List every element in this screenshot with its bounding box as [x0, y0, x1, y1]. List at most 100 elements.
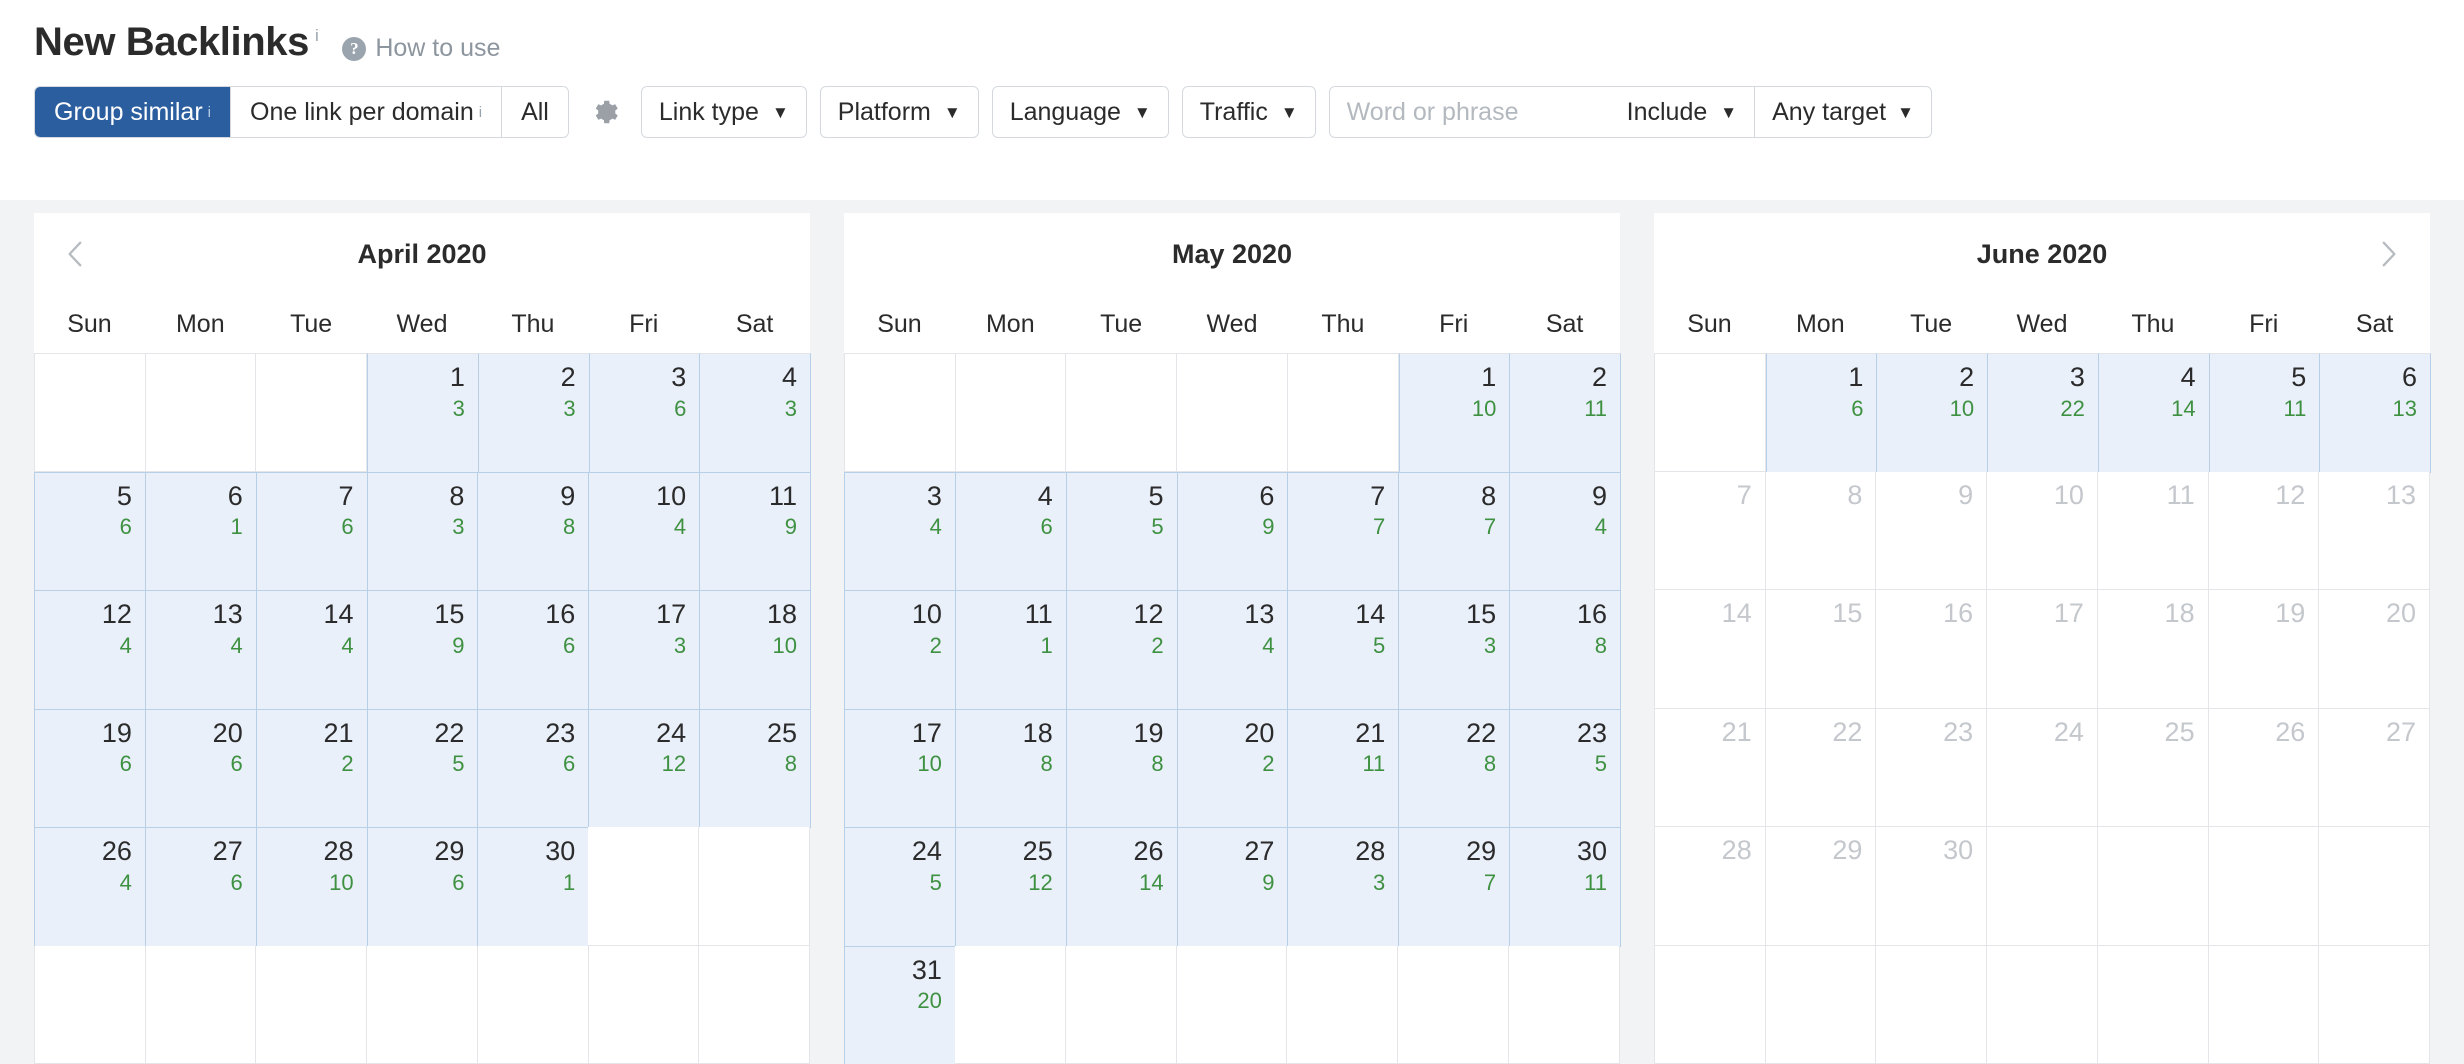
day-number: 18: [1022, 717, 1053, 748]
calendar-day-cell[interactable]: 21 2: [255, 708, 368, 828]
calendar-empty-cell: [1287, 353, 1399, 472]
calendar-day-cell[interactable]: 30 1: [477, 827, 590, 947]
calendar-day-cell[interactable]: 55: [1065, 471, 1178, 591]
calendar-day-cell[interactable]: 21 11: [1287, 708, 1400, 828]
calendar-day-cell[interactable]: 24 5: [844, 827, 956, 947]
day-number: 23: [1576, 717, 1608, 748]
filter-traffic-label: Traffic: [1199, 97, 1268, 126]
calendar-day-cell[interactable]: 23: [477, 353, 590, 473]
calendar-day-cell[interactable]: 14 5: [1287, 590, 1400, 710]
calendar-day-cell[interactable]: 34: [844, 471, 956, 591]
calendar-day-cell[interactable]: 27 9: [1176, 827, 1289, 947]
segment-group-similar[interactable]: Group similar i: [35, 87, 231, 137]
calendar-day-cell[interactable]: 36: [588, 353, 701, 473]
segment-all[interactable]: All: [502, 87, 568, 137]
calendar-day-cell[interactable]: 23 5: [1509, 708, 1622, 828]
how-to-use-link[interactable]: ? How to use: [342, 34, 500, 63]
calendar-day-cell[interactable]: 18 10: [699, 590, 812, 710]
chevron-down-icon: ▼: [1280, 102, 1298, 122]
calendar-day-cell[interactable]: 25 8: [699, 708, 812, 828]
calendar-day-cell[interactable]: 26 14: [1065, 827, 1178, 947]
calendar-day-cell[interactable]: 16 8: [1509, 590, 1622, 710]
backlink-count: 6: [341, 514, 354, 540]
calendar-day-cell[interactable]: 10 4: [588, 471, 701, 591]
calendar-day-cell[interactable]: 23 6: [477, 708, 590, 828]
calendar-day-cell[interactable]: 31 20: [844, 945, 956, 1064]
search-mode-dropdown[interactable]: Include ▼: [1610, 87, 1756, 137]
calendar-day-cell[interactable]: 10 2: [844, 590, 956, 710]
calendar-day-cell[interactable]: 98: [477, 471, 590, 591]
backlink-count: 3: [563, 395, 576, 421]
calendar-day-cell[interactable]: 29 7: [1398, 827, 1511, 947]
settings-button[interactable]: [588, 95, 622, 129]
filter-platform[interactable]: Platform ▼: [819, 86, 979, 138]
calendar-day-cell[interactable]: 61: [144, 471, 257, 591]
calendar-day-cell[interactable]: 24 12: [588, 708, 701, 828]
title-info-marker[interactable]: i: [315, 26, 319, 45]
search-target-dropdown[interactable]: Any target ▼: [1755, 87, 1931, 137]
calendar-day-cell[interactable]: 56: [34, 471, 146, 591]
calendar-day-cell[interactable]: 17 10: [844, 708, 956, 828]
calendar-day-cell[interactable]: 28 3: [1287, 827, 1400, 947]
prev-month-button[interactable]: [56, 234, 96, 274]
calendar-day-cell[interactable]: 19 6: [34, 708, 146, 828]
calendar-day-cell[interactable]: 76: [255, 471, 368, 591]
backlink-count: 1: [563, 869, 576, 895]
calendar-day-cell[interactable]: 1 10: [1398, 353, 1511, 473]
calendar-day-cell[interactable]: 29 6: [366, 827, 479, 947]
calendar-day-cell[interactable]: 46: [954, 471, 1067, 591]
calendar-day-cell[interactable]: 14 4: [255, 590, 368, 710]
calendar-day-cell[interactable]: 12 4: [34, 590, 146, 710]
calendar-day-cell[interactable]: 15 3: [1398, 590, 1511, 710]
calendar-day-cell[interactable]: 22 8: [1398, 708, 1511, 828]
calendar-day-cell[interactable]: 43: [699, 353, 812, 473]
calendar-day-cell[interactable]: 15 9: [366, 590, 479, 710]
calendar-day-cell[interactable]: 12 2: [1065, 590, 1178, 710]
day-number: 9: [1591, 480, 1608, 511]
calendar-day-cell[interactable]: 4 14: [2097, 353, 2210, 473]
calendar-day-cell[interactable]: 20 2: [1176, 708, 1289, 828]
calendar-day-cell[interactable]: 27 6: [144, 827, 257, 947]
calendar-day-cell[interactable]: 16 6: [477, 590, 590, 710]
search-input[interactable]: [1329, 87, 1610, 137]
calendar-day-cell[interactable]: 13 4: [1176, 590, 1289, 710]
segment-one-link-per-domain[interactable]: One link per domain i: [231, 87, 503, 137]
calendar-day-cell[interactable]: 17 3: [588, 590, 701, 710]
calendar-day-cell[interactable]: 69: [1176, 471, 1289, 591]
next-month-button[interactable]: [2368, 234, 2408, 274]
calendar-day-cell[interactable]: 20 6: [144, 708, 257, 828]
calendar-day-cell[interactable]: 3 22: [1987, 353, 2099, 473]
calendar-day-cell[interactable]: 25 12: [954, 827, 1067, 947]
calendar-day-cell[interactable]: 77: [1287, 471, 1400, 591]
day-number: 2: [1592, 362, 1608, 392]
calendar-day-cell[interactable]: 19 8: [1065, 708, 1178, 828]
day-number: 16: [545, 599, 576, 629]
calendar-day-cell[interactable]: 87: [1398, 471, 1511, 591]
page-title: New Backlinks i: [34, 22, 319, 62]
filter-link-type[interactable]: Link type ▼: [640, 86, 807, 138]
filter-traffic[interactable]: Traffic ▼: [1181, 86, 1316, 138]
day-number: 27: [1244, 836, 1275, 866]
calendar-day-cell[interactable]: 13 4: [144, 590, 257, 710]
calendar-day-cell[interactable]: 5 11: [2208, 353, 2321, 473]
calendar-day-cell[interactable]: 83: [366, 471, 479, 591]
calendar-day-cell[interactable]: 26 4: [34, 827, 146, 947]
calendar-day-cell[interactable]: 11 9: [699, 471, 812, 591]
calendar-empty-cell: [955, 353, 1067, 472]
calendar-day-cell[interactable]: 28 10: [255, 827, 368, 947]
calendar-day-cell[interactable]: 30 11: [1509, 827, 1622, 947]
calendar-day-cell[interactable]: 2 11: [1509, 353, 1622, 473]
calendar-day-cell[interactable]: 11 1: [954, 590, 1067, 710]
calendar-day-cell[interactable]: 2 10: [1876, 353, 1989, 473]
calendar-week-row: 1 10 2 11: [844, 353, 1622, 473]
calendar-day-cell[interactable]: 13: [367, 353, 479, 473]
day-number: 15: [434, 599, 465, 629]
calendar-day-cell[interactable]: 18 8: [954, 708, 1067, 828]
calendar-day-cell[interactable]: 6 13: [2319, 353, 2432, 473]
backlink-count: 3: [673, 632, 687, 658]
calendar-day-cell[interactable]: 22 5: [366, 708, 479, 828]
calendar-day-cell[interactable]: 94: [1509, 471, 1622, 591]
calendar-day-cell[interactable]: 16: [1765, 353, 1878, 473]
day-number: 14: [1721, 598, 1752, 628]
filter-language[interactable]: Language ▼: [991, 86, 1169, 138]
